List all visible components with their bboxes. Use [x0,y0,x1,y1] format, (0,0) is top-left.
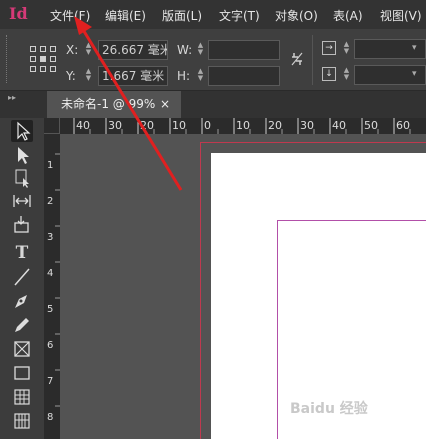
y-label: Y: [66,69,76,83]
ruler-tick-label: 8 [47,412,54,423]
ruler-tick-label: 10 [236,119,250,132]
vertical-ruler[interactable]: 1 2 3 4 5 6 7 8 [44,134,60,439]
document-tab[interactable]: 未命名-1 @ 99% × [47,91,181,118]
close-icon[interactable]: × [160,91,170,118]
ruler-tick-label: 0 [204,119,211,132]
ruler-tick-label: 6 [47,340,54,351]
w-label: W: [177,43,193,57]
ruler-tick-label: 7 [47,376,54,387]
scale-y-icon: ↓ [322,67,336,81]
ruler-tick-label: 4 [47,268,54,279]
ruler-tick-label: 20 [140,119,154,132]
control-panel: X: ▲ ▼ 26.667 毫米 Y: ▲ ▼ 1.667 毫米 W: ▲ ▼ H: … [0,29,426,91]
rectangle-tool-icon[interactable] [11,362,33,384]
menu-bar: Id 文件(F) 编辑(E) 版面(L) 文字(T) 对象(O) 表(A) 视图… [0,0,426,29]
menu-layout[interactable]: 版面(L) [162,7,202,24]
tools-panel: T [0,118,45,439]
document-tab-title: 未命名-1 @ 99% [61,97,156,111]
table-tool-icon[interactable] [11,386,33,408]
reference-point-icon[interactable] [30,46,56,72]
chevron-down-icon[interactable]: ▾ [412,43,417,53]
panel-grip[interactable] [6,35,10,83]
x-label: X: [66,43,79,57]
ruler-tick-label: 20 [268,119,282,132]
pencil-tool-icon[interactable] [11,314,33,336]
grid-tool-icon[interactable] [11,410,33,432]
constrain-proportions-icon[interactable] [290,51,304,67]
ruler-tick-label: 60 [396,119,410,132]
w-stepper-icon[interactable]: ▲ ▼ [196,42,205,56]
y-stepper-icon[interactable]: ▲ ▼ [84,68,93,82]
scale-y-stepper-icon[interactable]: ▲ ▼ [342,67,351,81]
menu-view[interactable]: 视图(V) [380,7,422,24]
y-field[interactable]: 1.667 毫米 [98,66,168,86]
w-field[interactable] [208,40,280,60]
separator [312,35,313,85]
menu-type[interactable]: 文字(T) [219,7,260,24]
ruler-tick-label: 1 [47,160,54,171]
h-field[interactable] [208,66,280,86]
gap-tool-icon[interactable] [11,190,33,212]
watermark: Baidu 经验 [290,401,368,417]
ruler-tick-label: 10 [172,119,186,132]
page-tool-icon[interactable] [11,167,33,189]
ruler-tick-label: 50 [364,119,378,132]
menu-edit[interactable]: 编辑(E) [105,7,146,24]
document-tab-bar: ▸▸ 未命名-1 @ 99% × [0,91,426,118]
collapse-panel-icon[interactable]: ▸▸ [8,93,16,102]
scale-x-icon: → [322,41,336,55]
type-tool-icon[interactable]: T [11,242,33,264]
app-logo: Id [9,4,28,23]
ruler-tick-label: 30 [108,119,122,132]
content-collector-tool-icon[interactable] [11,214,33,236]
menu-object[interactable]: 对象(O) [275,7,318,24]
menu-table[interactable]: 表(A) [333,7,363,24]
ruler-tick-label: 40 [76,119,90,132]
ruler-tick-label: 40 [332,119,346,132]
pasteboard[interactable] [60,134,426,439]
selection-tool-icon[interactable] [11,120,33,142]
h-stepper-icon[interactable]: ▲ ▼ [196,68,205,82]
x-field[interactable]: 26.667 毫米 [98,40,168,60]
ruler-tick-label: 2 [47,196,54,207]
horizontal-ruler[interactable]: 40 30 20 10 0 10 20 30 40 50 60 [60,118,426,134]
pen-tool-icon[interactable] [11,290,33,312]
x-stepper-icon[interactable]: ▲ ▼ [84,42,93,56]
scale-x-stepper-icon[interactable]: ▲ ▼ [342,41,351,55]
menu-file[interactable]: 文件(F) [50,7,90,24]
direct-selection-tool-icon[interactable] [11,144,33,166]
line-tool-icon[interactable] [11,266,33,288]
ruler-tick-label: 30 [300,119,314,132]
ruler-tick-label: 3 [47,232,54,243]
rectangle-frame-tool-icon[interactable] [11,338,33,360]
chevron-down-icon[interactable]: ▾ [412,69,417,79]
ruler-tick-label: 5 [47,304,54,315]
ruler-origin[interactable] [44,118,60,134]
h-label: H: [177,69,191,83]
